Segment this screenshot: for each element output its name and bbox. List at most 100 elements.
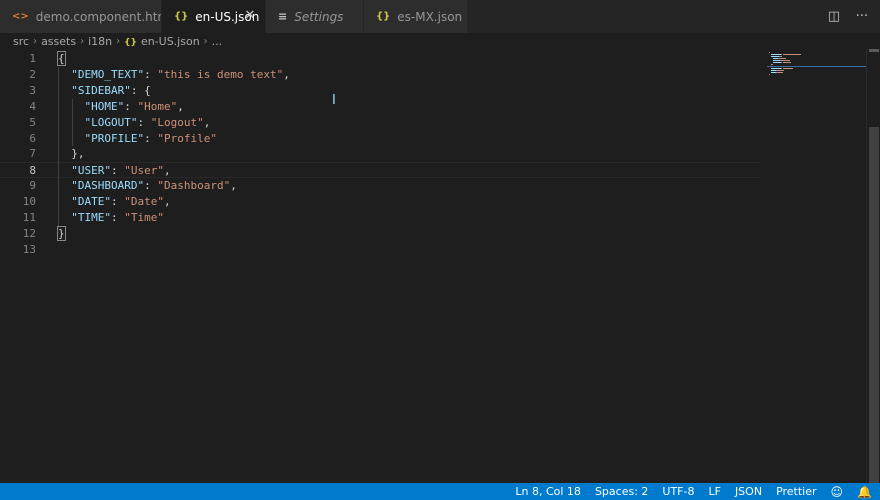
- more-actions-icon[interactable]: ···: [854, 9, 870, 24]
- json-key: "LOGOUT": [84, 115, 138, 129]
- code-line[interactable]: 11 "TIME": "Time": [0, 210, 760, 226]
- punctuation: :: [111, 211, 125, 224]
- minimap[interactable]: [767, 49, 867, 89]
- punctuation: [58, 164, 71, 177]
- minimap-token: [785, 58, 787, 59]
- punctuation: :: [144, 131, 158, 145]
- code-line[interactable]: 12}: [0, 225, 760, 242]
- line-number: 2: [29, 67, 36, 81]
- minimap-token: [770, 68, 781, 69]
- json-key: "DASHBOARD": [71, 179, 145, 193]
- settings-file-icon: ≡: [278, 10, 288, 23]
- punctuation: ,: [164, 164, 171, 178]
- json-string: "Date": [124, 195, 164, 209]
- json-string: "Dashboard": [157, 179, 231, 193]
- minimap-token: [772, 60, 780, 61]
- code-text: "LOGOUT": "Logout",: [58, 115, 211, 131]
- notifications-bell-icon[interactable]: 🔔: [857, 485, 872, 499]
- line-number: 3: [29, 83, 36, 97]
- code-editor[interactable]: 1{2 "DEMO_TEXT": "this is demo text", 3 "…: [0, 49, 866, 483]
- punctuation: : {: [130, 83, 151, 97]
- minimap-token: [781, 60, 789, 61]
- language-mode[interactable]: JSON: [735, 485, 762, 498]
- indentation-setting[interactable]: Spaces: 2: [595, 485, 648, 498]
- tab-demo-component-html[interactable]: <> demo.component.html: [0, 0, 162, 33]
- minimap-token: [778, 56, 782, 57]
- close-tab-icon[interactable]: ✕: [243, 9, 257, 23]
- formatter-status[interactable]: Prettier: [776, 485, 816, 498]
- json-key: "SIDEBAR": [71, 83, 131, 97]
- json-file-icon: {}: [376, 11, 391, 22]
- code-line[interactable]: 10 "DATE": "Date",: [0, 194, 760, 210]
- code-line[interactable]: 13: [0, 242, 760, 258]
- breadcrumb-item[interactable]: ...: [212, 35, 223, 48]
- code-text: "TIME": "Time": [58, 210, 164, 226]
- vertical-scrollbar[interactable]: [866, 49, 880, 487]
- editor-actions: ◫ ···: [826, 0, 870, 33]
- tab-en-us-json[interactable]: {} en-US.json ✕: [162, 0, 266, 33]
- code-line[interactable]: 8 "USER": "User",: [0, 162, 760, 179]
- breadcrumb-item[interactable]: i18n: [88, 35, 112, 48]
- line-number: 9: [29, 179, 36, 193]
- line-number: 7: [29, 147, 36, 161]
- tab-label: es-MX.json: [397, 9, 463, 24]
- minimap-token: [769, 52, 770, 53]
- json-string: "User": [124, 164, 164, 178]
- file-encoding[interactable]: UTF-8: [662, 485, 694, 498]
- line-number: 6: [29, 131, 36, 145]
- json-key: "PROFILE": [84, 131, 145, 145]
- punctuation: },: [71, 147, 85, 161]
- code-line[interactable]: 5 "LOGOUT": "Logout",: [0, 115, 760, 131]
- feedback-icon[interactable]: ☺: [831, 485, 844, 499]
- chevron-right-icon: ›: [80, 35, 85, 47]
- breadcrumb-item[interactable]: assets: [41, 35, 76, 48]
- tab-label: Settings: [294, 9, 344, 24]
- minimap-token: [772, 62, 781, 63]
- cursor-position[interactable]: Ln 8, Col 18: [515, 485, 581, 498]
- indent-guide: [58, 66, 59, 226]
- code-text: {: [57, 51, 66, 67]
- punctuation: ,: [164, 195, 171, 209]
- breadcrumb-label: i18n: [88, 34, 113, 48]
- punctuation: :: [111, 164, 125, 178]
- tab-settings[interactable]: ≡ Settings: [266, 0, 364, 33]
- json-string: "this is demo text": [157, 67, 284, 81]
- minimap-token: [778, 72, 784, 73]
- line-ending[interactable]: LF: [708, 485, 720, 498]
- json-key: "DEMO_TEXT": [71, 67, 145, 81]
- punctuation: }: [57, 225, 66, 241]
- punctuation: [58, 211, 71, 224]
- punctuation: {: [57, 51, 66, 66]
- json-key: "TIME": [71, 211, 111, 224]
- code-text: "DEMO_TEXT": "this is demo text",: [58, 67, 290, 83]
- minimap-current-line: [767, 66, 866, 67]
- breadcrumb-item[interactable]: {} en-US.json: [124, 35, 200, 48]
- scrollbar-overview-mark: [869, 49, 879, 52]
- json-key: "USER": [71, 164, 111, 178]
- line-number: 13: [22, 242, 36, 256]
- code-line[interactable]: 2 "DEMO_TEXT": "this is demo text",: [0, 67, 760, 83]
- breadcrumb: src › assets › i18n ›{} en-US.json ›...: [0, 33, 880, 49]
- line-number: 4: [29, 99, 36, 113]
- tab-es-mx-json[interactable]: {} es-MX.json: [364, 0, 468, 33]
- code-line[interactable]: 6 "PROFILE": "Profile": [0, 131, 760, 147]
- code-line[interactable]: 3 "SIDEBAR": {: [0, 83, 760, 99]
- split-editor-icon[interactable]: ◫: [826, 9, 842, 24]
- minimap-token: [788, 60, 790, 61]
- code-text: "USER": "User",: [58, 163, 171, 179]
- minimap-token: [770, 54, 781, 55]
- json-key: "DATE": [71, 195, 111, 209]
- minimap-token: [782, 62, 791, 63]
- minimap-token: [770, 64, 773, 65]
- code-line[interactable]: 4 "HOME": "Home",: [0, 99, 760, 115]
- code-line[interactable]: 1{: [0, 51, 760, 67]
- code-line[interactable]: 7 },: [0, 146, 760, 162]
- breadcrumb-item[interactable]: src: [13, 35, 29, 48]
- minimap-token: [783, 70, 785, 71]
- scrollbar-thumb[interactable]: [869, 127, 879, 487]
- indent-guide: [72, 98, 73, 147]
- code-line[interactable]: 9 "DASHBOARD": "Dashboard",: [0, 178, 760, 194]
- line-number: 12: [22, 226, 36, 240]
- code-text: "HOME": "Home",: [58, 99, 184, 115]
- punctuation: :: [144, 67, 158, 81]
